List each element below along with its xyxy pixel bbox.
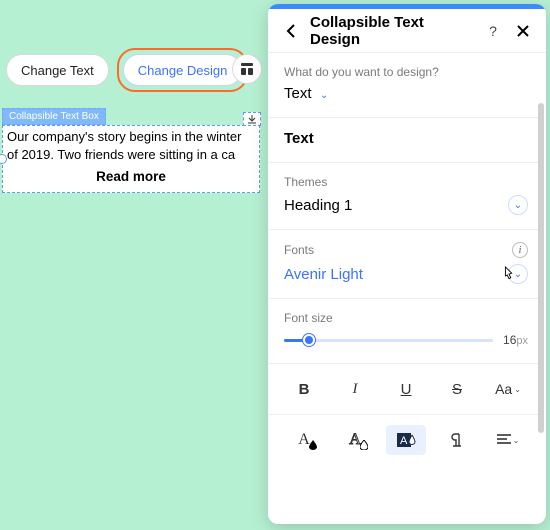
scrollbar-thumb[interactable]: [538, 103, 544, 433]
underline-button[interactable]: U: [386, 374, 426, 404]
text-tab[interactable]: Text: [268, 118, 544, 163]
chevron-down-icon: ⌄: [320, 90, 328, 101]
slider-thumb[interactable]: [303, 334, 315, 346]
info-icon[interactable]: i: [512, 242, 528, 258]
panel-scroll-area[interactable]: What do you want to design? Text ⌄ Text …: [268, 53, 546, 524]
back-button[interactable]: [280, 20, 302, 42]
element-tag: Collapsible Text Box: [2, 108, 106, 125]
highlight-button[interactable]: A: [386, 425, 426, 455]
design-target-section: What do you want to design? Text ⌄: [268, 53, 544, 118]
collapsible-text-element[interactable]: Collapsible Text Box Our company's story…: [2, 106, 260, 193]
chevron-down-icon: ⌄: [508, 195, 528, 215]
resize-handle-left[interactable]: [0, 154, 7, 164]
themes-select[interactable]: Heading 1 ⌄: [284, 195, 528, 215]
themes-value: Heading 1: [284, 197, 352, 214]
bold-button[interactable]: B: [284, 374, 324, 404]
fonts-section: Fonts i Avenir Light ⌄: [268, 230, 544, 299]
panel-body: What do you want to design? Text ⌄ Text …: [268, 53, 546, 524]
text-color-button[interactable]: A: [284, 425, 324, 455]
fontsize-label: Font size: [284, 311, 528, 325]
panel-header: Collapsible Text Design ?: [268, 9, 546, 53]
text-format-row-2: A A A ⌄: [268, 414, 544, 471]
layout-icon: [240, 62, 254, 76]
panel-title: Collapsible Text Design: [310, 14, 474, 48]
fontsize-section: Font size 16px: [268, 299, 544, 363]
change-design-highlight: Change Design: [117, 48, 249, 92]
themes-label: Themes: [284, 175, 528, 189]
drop-icon: [360, 440, 368, 450]
chevron-down-icon: ⌄: [514, 385, 521, 394]
element-toolbar: Change Text Change Design: [6, 48, 248, 92]
fonts-value: Avenir Light: [284, 266, 363, 283]
text-format-row: B I U S Aa⌄: [268, 363, 544, 414]
pilcrow-icon: [449, 432, 465, 448]
fonts-label: Fonts: [284, 243, 314, 257]
panel-scrollbar[interactable]: [538, 103, 544, 523]
layout-button[interactable]: [232, 54, 262, 84]
change-design-button[interactable]: Change Design: [123, 54, 243, 86]
svg-text:A: A: [400, 435, 408, 447]
design-target-select[interactable]: Text ⌄: [284, 85, 528, 103]
alignment-button[interactable]: ⌄: [488, 425, 528, 455]
element-body-text: Our company's story begins in the winter…: [7, 128, 255, 163]
close-icon: [517, 25, 529, 37]
element-box: Our company's story begins in the winter…: [2, 125, 260, 193]
help-button[interactable]: ?: [482, 20, 504, 42]
align-icon: [497, 434, 511, 446]
italic-button[interactable]: I: [335, 374, 375, 404]
close-button[interactable]: [512, 20, 534, 42]
fontsize-value: 16px: [503, 333, 528, 347]
change-text-button[interactable]: Change Text: [6, 54, 109, 86]
read-more-link[interactable]: Read more: [7, 169, 255, 184]
text-direction-button[interactable]: [437, 425, 477, 455]
highlight-icon: A: [395, 431, 417, 449]
themes-section: Themes Heading 1 ⌄: [268, 163, 544, 230]
chevron-down-icon: ⌄: [513, 436, 520, 445]
strikethrough-button[interactable]: S: [437, 374, 477, 404]
chevron-left-icon: [286, 24, 296, 38]
download-icon[interactable]: [243, 112, 261, 126]
design-target-value: Text: [284, 85, 312, 102]
text-tab-label: Text: [284, 130, 314, 147]
drop-icon: [309, 440, 317, 450]
design-target-label: What do you want to design?: [284, 65, 528, 79]
chevron-down-icon: ⌄: [508, 264, 528, 284]
canvas: Change Text Change Design Collapsible Te…: [0, 0, 550, 530]
fonts-select[interactable]: Avenir Light ⌄: [284, 264, 528, 284]
design-panel: Collapsible Text Design ? What do you wa…: [268, 4, 546, 524]
case-button[interactable]: Aa⌄: [488, 374, 528, 404]
fontsize-slider[interactable]: [284, 331, 493, 349]
slider-track: [284, 339, 493, 342]
text-outline-button[interactable]: A: [335, 425, 375, 455]
